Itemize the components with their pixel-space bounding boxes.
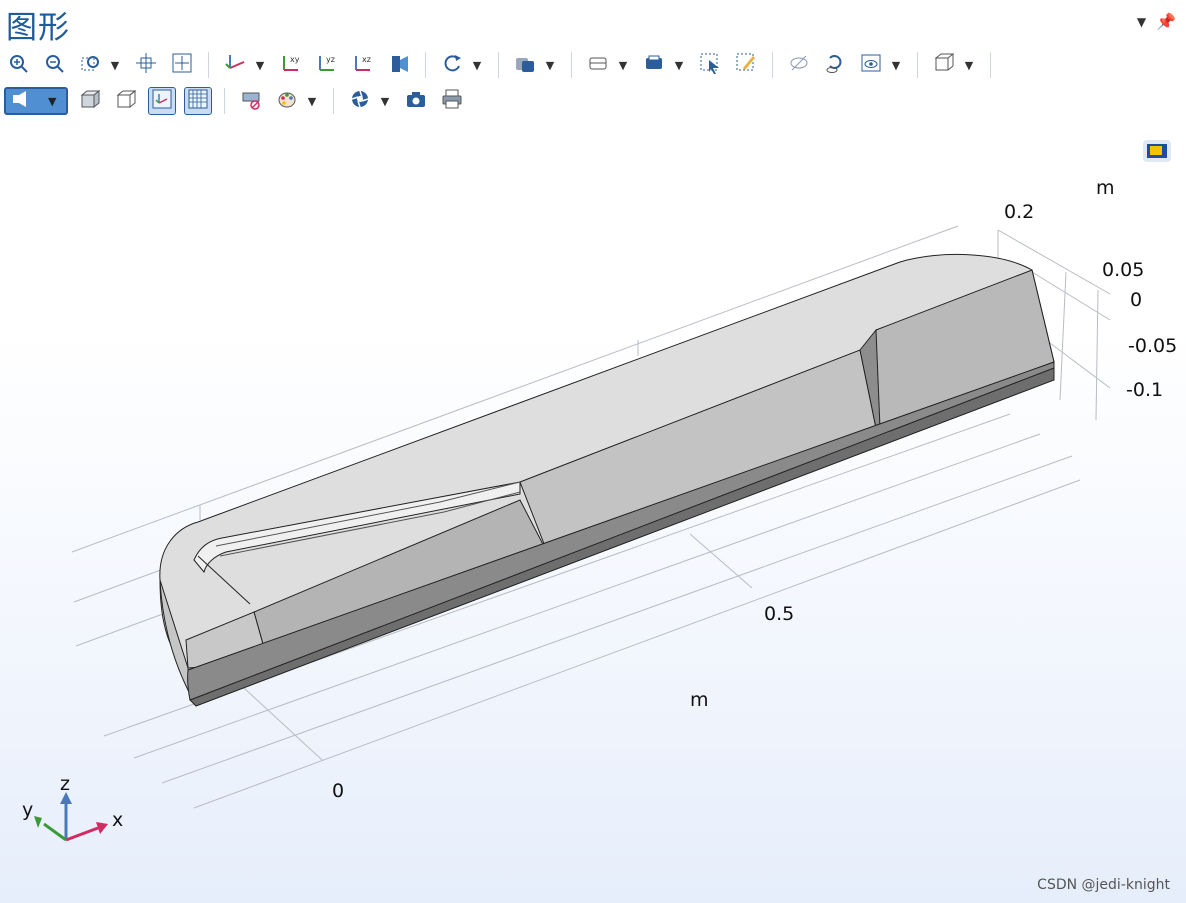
z-tick-label: -0.05 <box>1128 335 1177 357</box>
x-tick-label: 0.5 <box>764 603 794 625</box>
graphics-viewport[interactable]: m 0.2 0.05 0 -0.05 -0.1 0.5 m 0 z x y <box>0 0 1186 903</box>
z-axis-unit: m <box>1096 177 1115 199</box>
triad-y-label: y <box>22 799 33 821</box>
triad-z-label: z <box>60 773 70 795</box>
axis-triad: z x y <box>22 773 123 842</box>
x-tick-label: 0 <box>332 780 344 802</box>
triad-x-label: x <box>112 809 123 831</box>
watermark: CSDN @jedi-knight <box>1037 877 1170 893</box>
geometry-model[interactable] <box>159 253 1055 707</box>
z-tick-label: -0.1 <box>1126 379 1163 401</box>
z-tick-label: 0.2 <box>1004 201 1034 223</box>
x-axis-unit: m <box>690 689 709 711</box>
z-tick-label: 0.05 <box>1102 259 1144 281</box>
z-tick-label: 0 <box>1130 289 1142 311</box>
